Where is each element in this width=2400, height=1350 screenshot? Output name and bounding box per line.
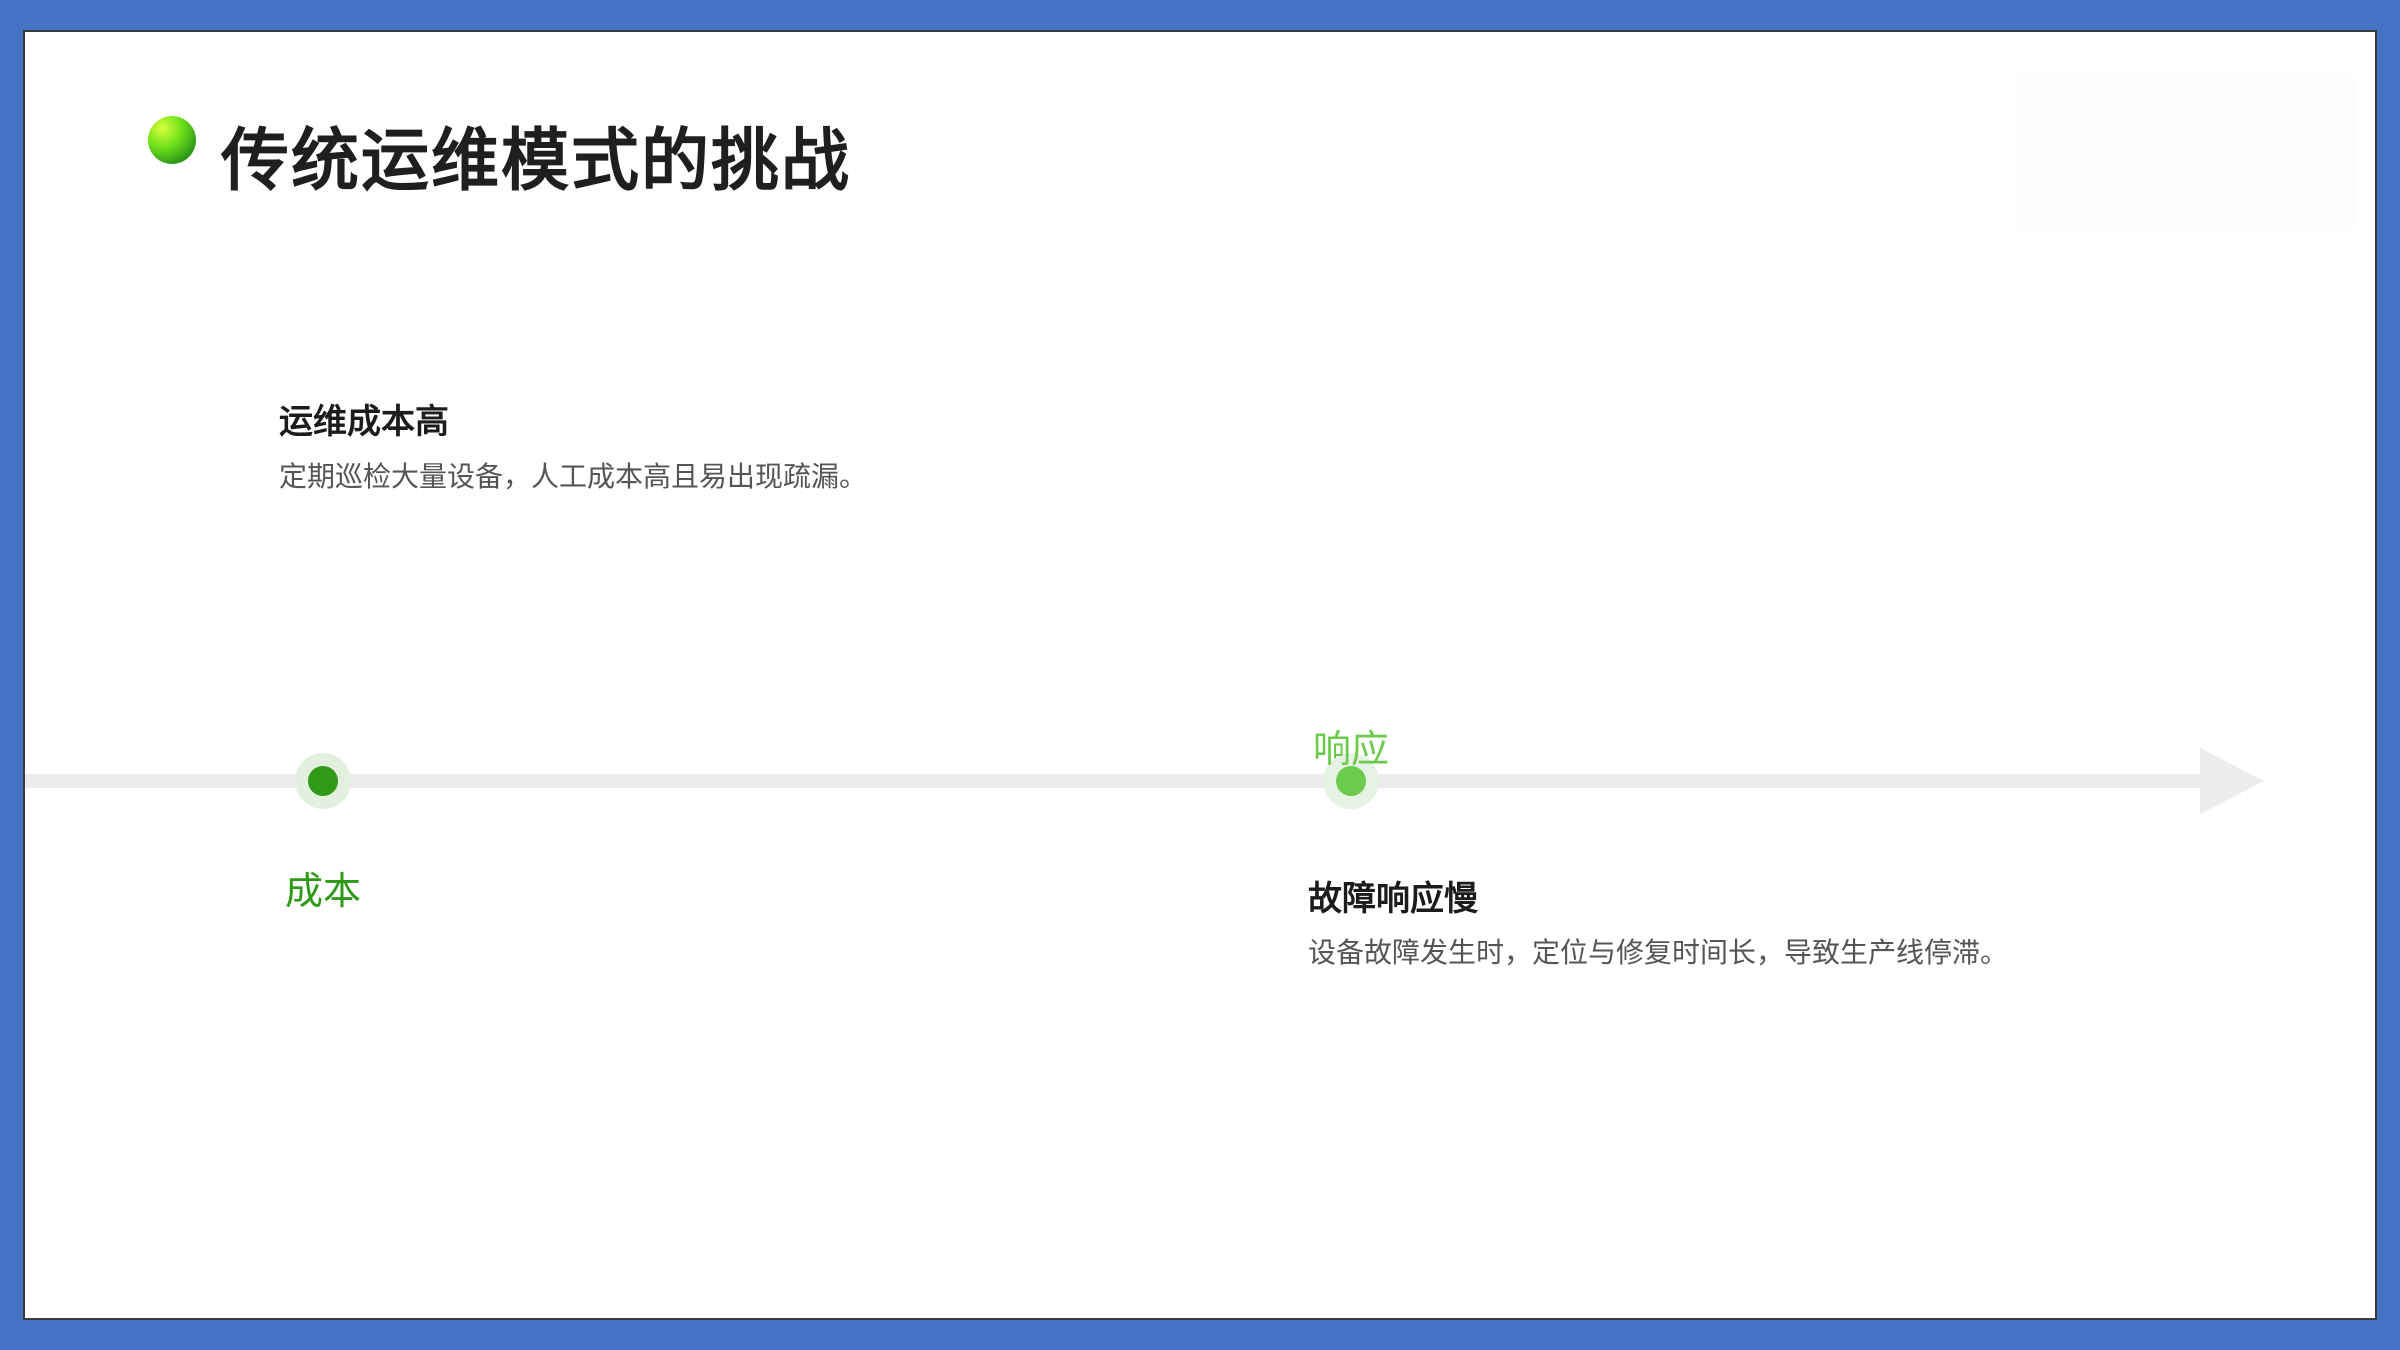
page-title: 传统运维模式的挑战 [221,122,852,201]
faded-placeholder-box [2015,72,2355,232]
timeline-track [25,774,2210,788]
challenge-1-description: 定期巡检大量设备，人工成本高且易出现疏漏。 [279,460,868,493]
challenge-2-title: 故障响应慢 [1308,879,1478,919]
timeline-node-dot [308,766,338,796]
timeline-node-cost [295,753,351,809]
timeline-node-label-cost: 成本 [285,869,362,913]
timeline-node-label-response: 响应 [1313,727,1390,771]
slide-canvas: 传统运维模式的挑战 运维成本高 定期巡检大量设备，人工成本高且易出现疏漏。 成本… [23,30,2377,1320]
challenge-2-description: 设备故障发生时，定位与修复时间长，导致生产线停滞。 [1308,936,2009,969]
challenge-1-title: 运维成本高 [279,402,449,442]
title-bullet-icon [148,116,196,164]
timeline-arrow-icon [2200,748,2264,814]
